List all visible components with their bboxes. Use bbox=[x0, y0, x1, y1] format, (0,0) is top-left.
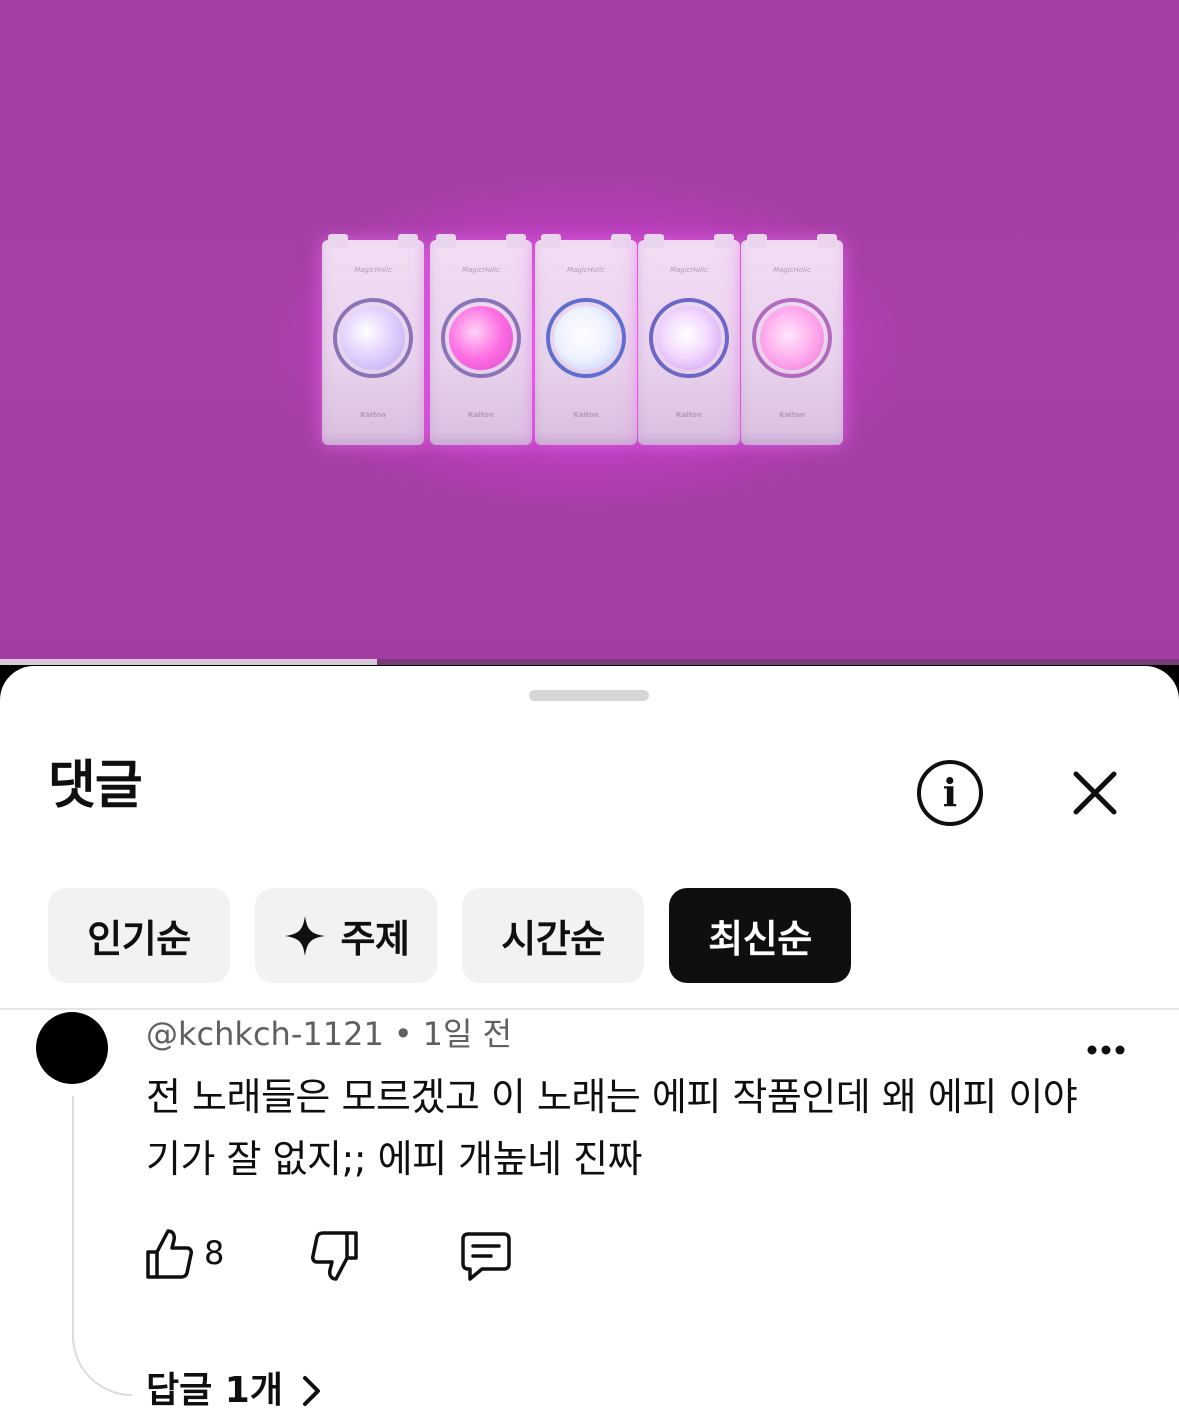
filter-chip-newest[interactable]: 최신순 bbox=[669, 888, 851, 983]
drag-handle[interactable] bbox=[529, 690, 649, 701]
phone-image: MagicHolic Kaiton bbox=[535, 234, 637, 445]
filter-chip-timeline[interactable]: 시간순 bbox=[462, 888, 644, 983]
comment-text: 전 노래들은 모르겠고 이 노래는 에피 작품인데 왜 에피 이야기가 잘 없지… bbox=[146, 1075, 1078, 1181]
info-icon[interactable]: i bbox=[917, 760, 983, 826]
thread-line bbox=[72, 1096, 132, 1396]
comments-sheet: 댓글 i 인기순 주제 시간순 최신순 @kchkch-1121•1일 전 bbox=[0, 666, 1179, 1426]
video-player[interactable]: MagicHolic Kaiton MagicHolic Kaiton Magi… bbox=[0, 0, 1179, 668]
comment-time: 1일 전 bbox=[422, 1015, 513, 1053]
phone-image: MagicHolic Kaiton bbox=[741, 234, 843, 445]
sheet-title: 댓글 bbox=[48, 756, 143, 816]
comment-meta: @kchkch-1121 • 1일 전 bbox=[146, 1014, 512, 1054]
phone-image: MagicHolic Kaiton bbox=[430, 234, 532, 445]
replies-label: 답글 1개 bbox=[146, 1370, 283, 1411]
sparkle-icon bbox=[283, 914, 327, 958]
more-options-icon[interactable] bbox=[1084, 1038, 1128, 1062]
video-progress-bar[interactable] bbox=[0, 659, 1179, 665]
phone-image: MagicHolic Kaiton bbox=[638, 234, 740, 445]
avatar[interactable] bbox=[36, 1012, 108, 1084]
comment-author[interactable]: @kchkch-1121 bbox=[146, 1015, 384, 1053]
video-progress-played bbox=[0, 659, 378, 665]
close-icon[interactable] bbox=[1066, 764, 1124, 822]
thumbs-up-icon[interactable] bbox=[142, 1226, 194, 1282]
like-count: 8 bbox=[204, 1234, 225, 1272]
phone-image: MagicHolic Kaiton bbox=[322, 234, 424, 445]
thumbs-down-icon[interactable] bbox=[310, 1228, 362, 1284]
divider bbox=[0, 1008, 1179, 1010]
meta-separator: • bbox=[393, 1015, 413, 1053]
chevron-right-icon bbox=[302, 1376, 320, 1406]
reply-icon[interactable] bbox=[458, 1228, 514, 1284]
filter-chip-popular[interactable]: 인기순 bbox=[48, 888, 230, 983]
view-replies-button[interactable]: 답글 1개 bbox=[146, 1366, 323, 1416]
filter-chip-topics[interactable]: 주제 bbox=[255, 888, 437, 983]
